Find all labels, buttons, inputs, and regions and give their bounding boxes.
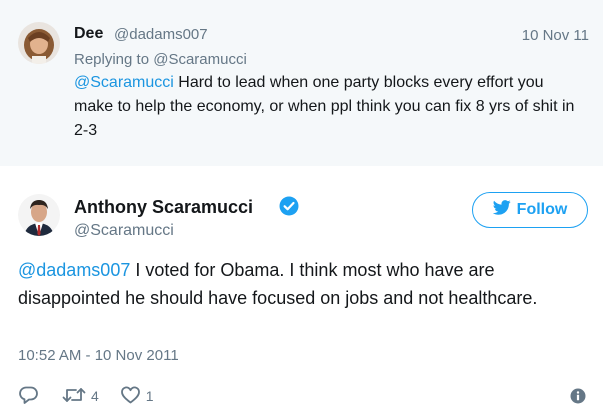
replying-to-line: Replying to @Scaramucci xyxy=(74,51,247,68)
dee-avatar[interactable] xyxy=(18,22,60,64)
tweet-author-name[interactable]: Anthony Scaramucci xyxy=(74,197,253,218)
reply-icon xyxy=(18,385,39,408)
follow-button[interactable]: Follow xyxy=(472,192,588,228)
bird-icon xyxy=(492,200,511,220)
tweet-author-handle[interactable]: @Scaramucci xyxy=(74,222,174,240)
retweet-count: 4 xyxy=(91,388,99,404)
tweet-mention-link[interactable]: @dadams007 xyxy=(18,260,130,280)
reply-date[interactable]: 10 Nov 11 xyxy=(522,27,589,44)
replying-to-link[interactable]: @Scaramucci xyxy=(153,51,247,68)
reply-author-name[interactable]: Dee xyxy=(74,25,103,43)
verified-badge-icon xyxy=(279,196,299,216)
follow-button-label: Follow xyxy=(516,201,568,218)
tweet-actions: 4 1 xyxy=(18,386,154,406)
parent-tweet: Dee @dadams007 10 Nov 11 Replying to @Sc… xyxy=(0,0,603,166)
main-tweet: Anthony Scaramucci @Scaramucci Follow @d… xyxy=(0,166,603,414)
like-action[interactable]: 1 xyxy=(120,385,154,408)
scaramucci-avatar[interactable] xyxy=(18,194,60,236)
replying-to-prefix: Replying to xyxy=(74,51,150,68)
retweet-icon xyxy=(62,385,86,408)
reply-author-handle[interactable]: @dadams007 xyxy=(114,26,208,43)
reply-mention-link[interactable]: @Scaramucci xyxy=(74,74,174,91)
info-icon[interactable] xyxy=(570,388,586,404)
like-count: 1 xyxy=(145,388,154,404)
retweet-action[interactable]: 4 xyxy=(62,385,99,408)
like-icon xyxy=(120,385,141,408)
tweet-timestamp[interactable]: 10:52 AM - 10 Nov 2011 xyxy=(18,347,179,364)
tweet-text: @dadams007 I voted for Obama. I think mo… xyxy=(18,257,588,312)
reply-action[interactable] xyxy=(18,385,39,408)
reply-tweet-text: @Scaramucci Hard to lead when one party … xyxy=(74,71,584,143)
